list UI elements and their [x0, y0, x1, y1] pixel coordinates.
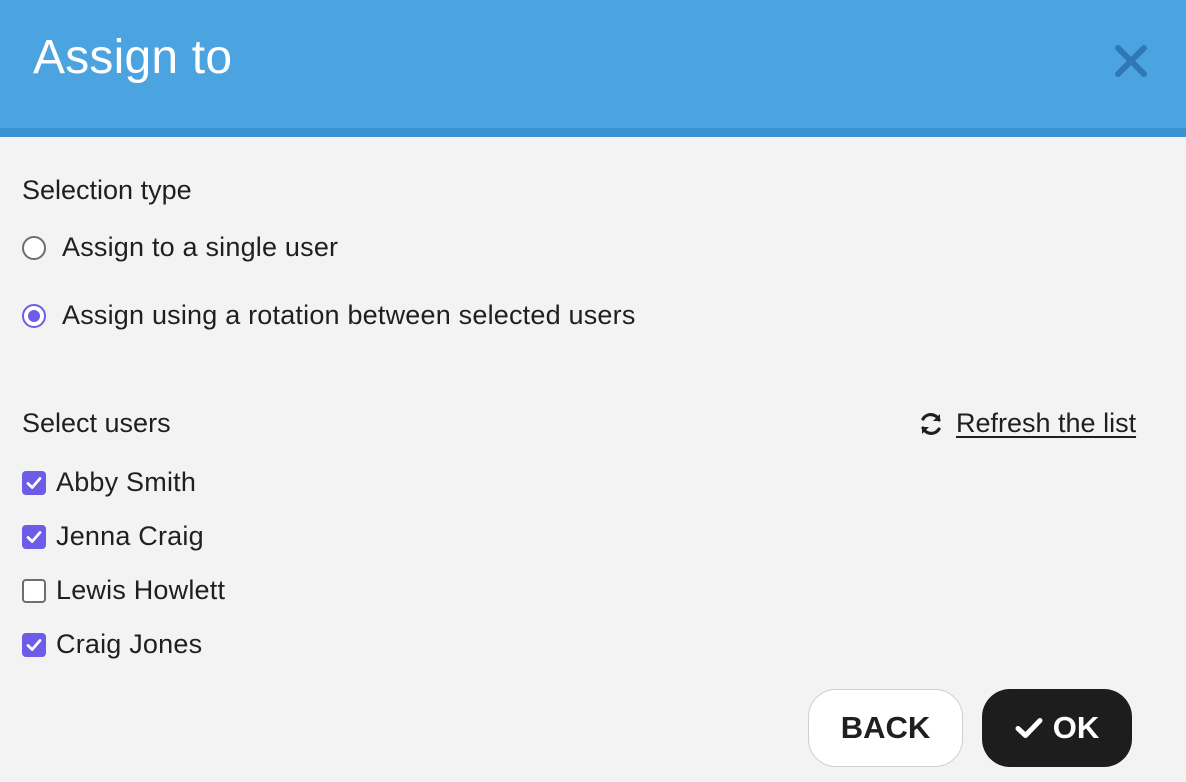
user-name: Jenna Craig [56, 521, 204, 551]
radio-label: Assign to a single user [62, 232, 339, 262]
user-name: Lewis Howlett [56, 575, 226, 605]
check-icon [26, 476, 42, 489]
refresh-list-link[interactable]: Refresh the list [918, 408, 1136, 439]
radio-label: Assign using a rotation between selected… [62, 300, 636, 330]
dialog-header: Assign to [0, 0, 1186, 137]
back-button[interactable]: BACK [808, 689, 963, 767]
close-icon [1115, 45, 1147, 77]
check-icon [26, 638, 42, 651]
selection-type-label: Selection type [22, 175, 192, 205]
back-button-label: BACK [840, 710, 931, 745]
checkbox[interactable] [22, 470, 46, 495]
dialog-title: Assign to [33, 31, 233, 84]
user-name: Craig Jones [56, 629, 203, 659]
user-item-jenna-craig[interactable]: Jenna Craig [22, 521, 204, 552]
checkbox[interactable] [22, 632, 46, 657]
user-item-lewis-howlett[interactable]: Lewis Howlett [22, 575, 225, 606]
user-item-abby-smith[interactable]: Abby Smith [22, 467, 196, 498]
radio-rotation[interactable]: Assign using a rotation between selected… [22, 300, 636, 331]
refresh-icon [921, 412, 941, 435]
checkbox[interactable] [22, 524, 46, 549]
radio-button[interactable] [22, 235, 46, 260]
check-icon [1015, 716, 1043, 740]
select-users-label: Select users [22, 408, 171, 438]
checkbox[interactable] [22, 578, 46, 603]
refresh-list-label[interactable]: Refresh the list [956, 408, 1136, 439]
radio-single-user[interactable]: Assign to a single user [22, 232, 338, 263]
close-button[interactable] [1110, 40, 1152, 82]
user-name: Abby Smith [56, 467, 197, 497]
user-item-craig-jones[interactable]: Craig Jones [22, 629, 202, 660]
ok-button[interactable]: OK [982, 689, 1132, 767]
assign-dialog: Assign to Selection type Assign to a sin… [0, 0, 1186, 782]
ok-button-label: OK [1052, 710, 1100, 745]
check-icon [26, 530, 42, 543]
radio-button[interactable] [22, 303, 46, 328]
